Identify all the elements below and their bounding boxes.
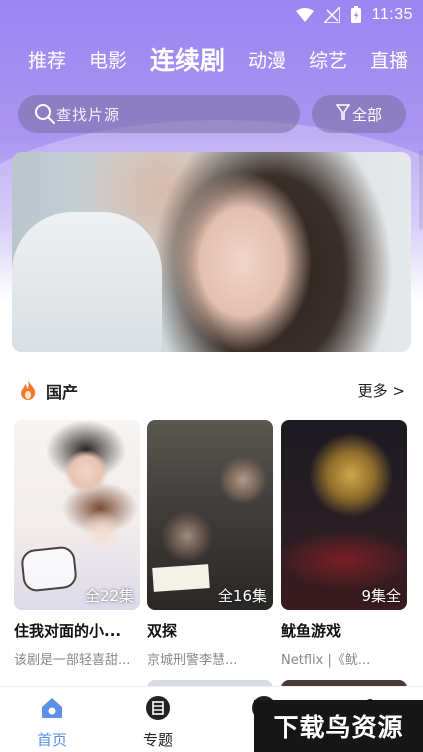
tab-anime[interactable]: 动漫 <box>248 46 286 73</box>
episode-badge: 9集全 <box>361 587 401 605</box>
video-card[interactable]: 全22集 住我对面的小... 该剧是一部轻喜甜... <box>14 420 140 668</box>
tab-movie[interactable]: 电影 <box>89 46 127 73</box>
status-bar: 11:35 <box>0 0 423 30</box>
card-title: 住我对面的小... <box>14 622 122 640</box>
episode-badge: 全22集 <box>84 587 134 605</box>
more-link[interactable]: 更多 > <box>358 380 405 401</box>
status-time: 11:35 <box>371 6 413 23</box>
search-placeholder: 查找片源 <box>56 105 121 124</box>
tab-series[interactable]: 连续剧 <box>150 41 225 77</box>
topic-icon <box>128 695 188 725</box>
nav-home-label: 首页 <box>36 731 67 749</box>
section-header: 国产 更多 > <box>0 376 423 404</box>
section-title: 国产 <box>46 383 79 402</box>
fire-icon <box>18 379 38 405</box>
filter-icon <box>335 103 351 125</box>
tab-live[interactable]: 直播 <box>370 46 408 73</box>
scrollbar <box>419 150 423 230</box>
category-tabs: 推荐 电影 连续剧 动漫 综艺 直播 <box>0 36 423 82</box>
video-card[interactable]: 9集全 鱿鱼游戏 Netflix |《鱿... <box>281 420 407 668</box>
card-description: 该剧是一部轻喜甜... <box>14 653 131 668</box>
card-description: 京城刑警李慧... <box>147 653 238 668</box>
filter-label: 全部 <box>351 105 382 124</box>
home-icon <box>22 695 82 725</box>
search-input[interactable]: 查找片源 <box>18 95 300 133</box>
wifi-icon <box>295 8 314 22</box>
poster-image: 全16集 <box>147 420 273 610</box>
card-description: Netflix |《鱿... <box>281 653 371 668</box>
battery-charging-icon <box>350 6 362 24</box>
poster-logo <box>19 545 79 593</box>
filter-button[interactable]: 全部 <box>312 95 406 133</box>
poster-logo <box>152 564 210 592</box>
video-card[interactable]: 全16集 双探 京城刑警李慧... <box>147 420 273 668</box>
banner-image <box>12 212 162 352</box>
card-title: 双探 <box>147 622 178 640</box>
tab-variety[interactable]: 综艺 <box>309 46 347 73</box>
watermark: 下载鸟资源 <box>254 700 423 752</box>
nav-topic-label: 专题 <box>142 731 173 749</box>
nav-topic[interactable]: 专题 <box>128 695 188 750</box>
featured-banner[interactable] <box>12 152 411 352</box>
search-icon <box>34 103 56 129</box>
episode-badge: 全16集 <box>217 587 267 605</box>
no-signal-icon <box>323 7 340 23</box>
nav-home[interactable]: 首页 <box>22 695 82 750</box>
poster-image: 9集全 <box>281 420 407 610</box>
card-title: 鱿鱼游戏 <box>281 622 342 640</box>
tab-recommend[interactable]: 推荐 <box>28 46 66 73</box>
poster-image: 全22集 <box>14 420 140 610</box>
